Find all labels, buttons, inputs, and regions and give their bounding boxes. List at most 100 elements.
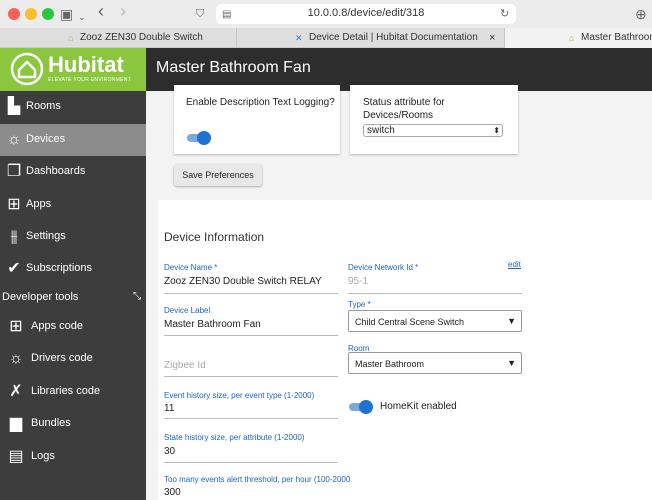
device-name-field[interactable]: Zooz ZEN30 Double Switch RELAY bbox=[164, 276, 322, 287]
minimize-window-button[interactable] bbox=[25, 8, 37, 20]
back-icon[interactable]: ‹ bbox=[98, 2, 104, 20]
state-history-field[interactable]: 30 bbox=[164, 446, 175, 457]
logo-title: Hubitat bbox=[48, 52, 124, 77]
apps-grid-icon: ⊞ bbox=[9, 318, 23, 335]
tab-master-bathroom-fan[interactable]: ⌂ Master Bathroom Fan bbox=[504, 28, 652, 48]
hubitat-favicon-icon: ⌂ bbox=[68, 33, 74, 43]
dashboards-icon: ❐ bbox=[6, 163, 22, 180]
device-information-panel: Device Information Device Name * Zooz ZE… bbox=[158, 200, 652, 500]
toggle-thumb bbox=[359, 400, 373, 414]
field-underline bbox=[164, 335, 338, 336]
collapse-icon[interactable]: ⤡ bbox=[133, 291, 141, 302]
sidebar-item-label: Logs bbox=[31, 450, 55, 462]
sidebar-item-settings[interactable]: ⫵ Settings bbox=[0, 221, 146, 253]
zigbee-id-field[interactable]: Zigbee Id bbox=[164, 360, 206, 371]
description-logging-toggle[interactable] bbox=[187, 131, 211, 145]
sidebar-item-label: Bundles bbox=[31, 417, 71, 429]
caret-down-icon: ▼ bbox=[507, 316, 516, 326]
field-underline bbox=[164, 418, 338, 419]
url-text: 10.0.0.8/device/edit/318 bbox=[307, 7, 425, 19]
download-icon[interactable]: ⊕ bbox=[635, 6, 647, 22]
type-label: Type * bbox=[348, 300, 371, 309]
sidebar-item-label: Apps code bbox=[31, 320, 83, 332]
preference-card-status-attribute: Status attribute for Devices/Rooms switc… bbox=[350, 85, 518, 154]
field-underline bbox=[164, 293, 338, 294]
sidebar-item-dashboards[interactable]: ❐ Dashboards bbox=[0, 156, 146, 188]
status-attribute-label: Status attribute for Devices/Rooms bbox=[363, 97, 445, 121]
network-id-field: 95-1 bbox=[348, 276, 369, 287]
sidebar-item-bundles[interactable]: ▆ Bundles bbox=[0, 408, 146, 440]
check-circle-icon: ✔ bbox=[7, 260, 21, 277]
sidebar-item-apps-code[interactable]: ⊞ Apps code bbox=[0, 311, 146, 343]
device-name-label: Device Name * bbox=[164, 263, 218, 272]
tools-icon: ✗ bbox=[9, 383, 23, 400]
address-bar[interactable]: ▤ 10.0.0.8/device/edit/318 ↻ bbox=[216, 4, 516, 24]
lightbulb-icon: ☼ bbox=[6, 131, 22, 148]
save-preferences-button[interactable]: Save Preferences bbox=[174, 164, 262, 186]
sidebar-item-label: Devices bbox=[26, 133, 66, 145]
type-select-value: Child Central Scene Switch bbox=[355, 317, 465, 327]
sidebar-item-devices[interactable]: ☼ Devices bbox=[0, 124, 146, 156]
zoom-window-button[interactable] bbox=[42, 8, 54, 20]
field-underline bbox=[348, 293, 522, 294]
close-window-button[interactable] bbox=[8, 8, 20, 20]
tab-zooz-zen30[interactable]: ⌂ Zooz ZEN30 Double Switch bbox=[0, 28, 236, 48]
developer-tools-heading[interactable]: Developer tools bbox=[2, 291, 78, 303]
event-history-field[interactable]: 11 bbox=[164, 403, 174, 414]
sidebar-item-subscriptions[interactable]: ✔ Subscriptions bbox=[0, 253, 146, 285]
type-select[interactable]: Child Central Scene Switch ▼ bbox=[348, 310, 522, 332]
reload-icon[interactable]: ↻ bbox=[500, 6, 509, 22]
device-label-field[interactable]: Master Bathroom Fan bbox=[164, 319, 261, 330]
section-title: Device Information bbox=[164, 230, 265, 244]
browser-toolbar: ▣ ⌄ ‹ › ⛉ ▤ 10.0.0.8/device/edit/318 ↻ ⊕ bbox=[0, 0, 652, 28]
sidebar-item-label: Subscriptions bbox=[26, 262, 93, 274]
preference-card-description-logging: Enable Description Text Logging? bbox=[174, 85, 340, 154]
tab-title: Device Detail | Hubitat Documentation bbox=[309, 32, 478, 43]
bundle-icon: ▆ bbox=[9, 415, 23, 432]
lightbulb-icon: ☼ bbox=[8, 350, 24, 367]
too-many-events-field[interactable]: 300 bbox=[164, 487, 181, 498]
status-attribute-select[interactable]: switch ⬍ bbox=[363, 124, 503, 137]
sidebar-item-label: Drivers code bbox=[31, 352, 93, 364]
browser-tab-bar: ⌂ Zooz ZEN30 Double Switch ✕ Device Deta… bbox=[0, 28, 652, 48]
sidebar-item-drivers-code[interactable]: ☼ Drivers code bbox=[0, 343, 146, 375]
hubitat-house-icon bbox=[10, 52, 44, 86]
select-caret-icon: ⬍ bbox=[493, 126, 500, 135]
sidebar-item-apps[interactable]: ⊞ Apps bbox=[0, 189, 146, 221]
sidebar-item-label: Libraries code bbox=[31, 385, 101, 397]
close-tab-icon[interactable]: × bbox=[489, 28, 495, 48]
field-underline bbox=[164, 376, 338, 377]
room-select[interactable]: Master Bathroom ▼ bbox=[348, 352, 522, 374]
hubitat-favicon-icon: ⌂ bbox=[569, 33, 575, 43]
homekit-label: HomeKit enabled bbox=[380, 401, 457, 412]
document-icon: ▤ bbox=[8, 448, 24, 465]
main-content: Enable Description Text Logging? Status … bbox=[146, 85, 652, 500]
event-history-label: Event history size, per event type (1-20… bbox=[164, 391, 315, 400]
device-label-label: Device Label bbox=[164, 306, 211, 315]
too-many-events-label: Too many events alert threshold, per hou… bbox=[164, 475, 351, 484]
forward-icon[interactable]: › bbox=[120, 2, 126, 20]
network-id-label: Device Network Id * bbox=[348, 263, 419, 272]
sidebar-item-label: Dashboards bbox=[26, 165, 86, 177]
chevron-down-icon[interactable]: ⌄ bbox=[78, 9, 86, 25]
sidebar-item-libraries-code[interactable]: ✗ Libraries code bbox=[0, 376, 146, 408]
edit-network-id-link[interactable]: edit bbox=[508, 260, 521, 269]
sofa-icon: ▙ bbox=[7, 98, 21, 115]
shield-icon[interactable]: ⛉ bbox=[196, 6, 204, 22]
docs-favicon-icon: ✕ bbox=[295, 33, 303, 43]
sidebar-toggle-icon[interactable]: ▣ bbox=[60, 6, 73, 22]
tab-title: Master Bathroom Fan bbox=[581, 32, 652, 43]
sidebar-item-logs[interactable]: ▤ Logs bbox=[0, 441, 146, 473]
sidebar: Hubitat ELEVATE YOUR ENVIRONMENT ▙ Rooms… bbox=[0, 48, 146, 500]
tab-device-detail-docs[interactable]: ✕ Device Detail | Hubitat Documentation … bbox=[236, 28, 504, 48]
caret-down-icon: ▼ bbox=[507, 358, 516, 368]
toggle-thumb bbox=[197, 131, 211, 145]
hubitat-logo[interactable]: Hubitat ELEVATE YOUR ENVIRONMENT bbox=[0, 48, 146, 91]
sidebar-item-rooms[interactable]: ▙ Rooms bbox=[0, 91, 146, 123]
homekit-toggle[interactable] bbox=[349, 400, 373, 414]
sidebar-item-label: Apps bbox=[26, 198, 52, 210]
apps-grid-icon: ⊞ bbox=[7, 196, 21, 213]
sidebar-item-label: Settings bbox=[26, 230, 66, 242]
tab-title: Zooz ZEN30 Double Switch bbox=[80, 32, 203, 43]
logo-subtitle: ELEVATE YOUR ENVIRONMENT bbox=[48, 77, 132, 83]
